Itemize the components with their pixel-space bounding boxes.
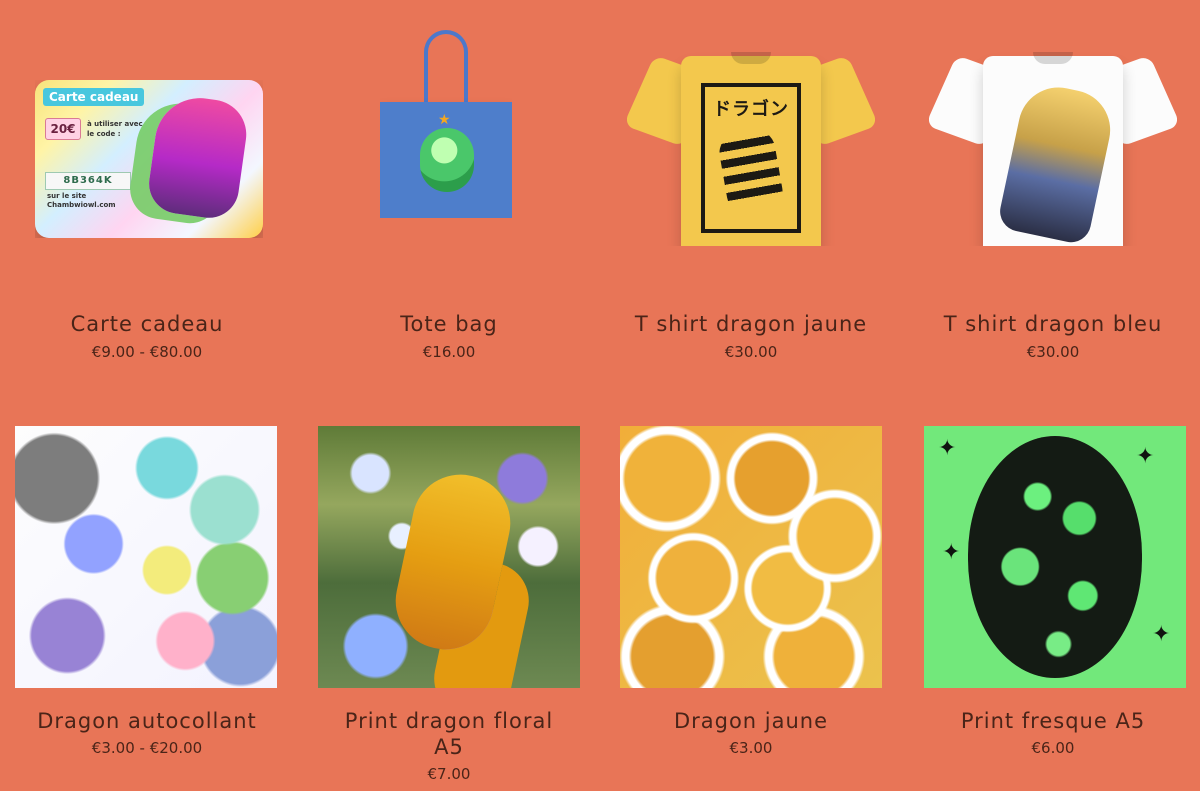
dragon-figure	[386, 465, 520, 659]
sticker-collage-image[interactable]	[15, 426, 277, 688]
yellow-dragon-pattern	[620, 426, 882, 688]
product-card-print-dragon-floral[interactable]: Print dragon floral A5 €7.00	[304, 0, 594, 791]
yellow-pattern-image[interactable]	[620, 426, 882, 688]
sticker-collage	[15, 426, 277, 688]
product-name-line-2[interactable]: A5	[304, 734, 594, 760]
product-price: €6.00	[1031, 739, 1075, 757]
oval-fresco-frame	[968, 436, 1142, 678]
product-price: €3.00 - €20.00	[91, 739, 203, 757]
floral-dragon-print	[318, 426, 580, 688]
product-name[interactable]: Dragon jaune	[606, 708, 896, 734]
floral-print-image[interactable]	[318, 426, 580, 688]
fresco-print: ✦ ✦ ✦ ✦	[924, 426, 1186, 688]
shop-grid: Carte cadeau 20€ à utiliser avec le code…	[0, 0, 1200, 791]
star-icon: ✦	[938, 436, 957, 461]
star-icon: ✦	[1136, 444, 1155, 469]
product-card-dragon-jaune[interactable]: Dragon jaune €3.00	[606, 0, 896, 791]
product-name[interactable]: Dragon autocollant	[2, 708, 292, 734]
product-name-line-1[interactable]: Print dragon floral	[304, 708, 594, 734]
star-icon: ✦	[1152, 622, 1171, 647]
product-card-dragon-autocollant[interactable]: Dragon autocollant €3.00 - €20.00	[2, 0, 292, 791]
product-price: €3.00	[729, 739, 773, 757]
star-icon: ✦	[942, 540, 961, 565]
fresco-print-image[interactable]: ✦ ✦ ✦ ✦	[924, 426, 1186, 688]
product-name[interactable]: Print fresque A5	[908, 708, 1198, 734]
product-card-print-fresque[interactable]: ✦ ✦ ✦ ✦ Print fresque A5 €6.00	[908, 0, 1198, 791]
product-price: €7.00	[427, 765, 471, 783]
